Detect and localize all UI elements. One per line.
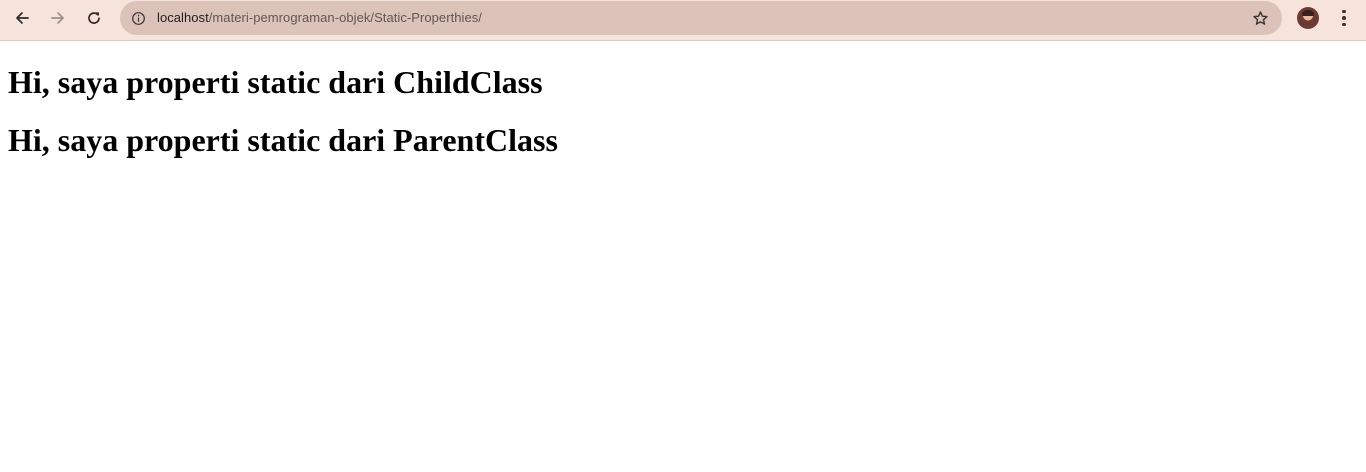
address-bar[interactable]: localhost/materi-pemrograman-objek/Stati… (120, 1, 1282, 35)
reload-icon (88, 12, 100, 24)
arrow-right-icon (51, 12, 64, 24)
info-icon (131, 11, 145, 25)
bookmark-button[interactable] (1248, 6, 1272, 30)
url-text[interactable]: localhost/materi-pemrograman-objek/Stati… (157, 10, 482, 26)
site-info-button[interactable] (126, 6, 150, 30)
star-icon (1252, 10, 1268, 25)
url-path: /materi-pemrograman-objek/Static-Propert… (208, 10, 482, 25)
browser-toolbar: localhost/materi-pemrograman-objek/Stati… (0, 0, 1366, 41)
page-content: Hi, saya properti static dari ChildClass… (8, 42, 1366, 159)
reload-button[interactable] (80, 4, 108, 32)
arrow-left-icon (16, 12, 29, 24)
back-button[interactable] (8, 4, 36, 32)
kebab-menu-icon (1342, 9, 1346, 14)
forward-button[interactable] (44, 4, 72, 32)
avatar[interactable] (1297, 7, 1319, 29)
browser-menu-button[interactable] (1330, 4, 1358, 32)
heading-parent-class: Hi, saya properti static dari ParentClas… (8, 122, 558, 158)
url-host: localhost (157, 10, 209, 25)
heading-child-class: Hi, saya properti static dari ChildClass (8, 64, 543, 100)
